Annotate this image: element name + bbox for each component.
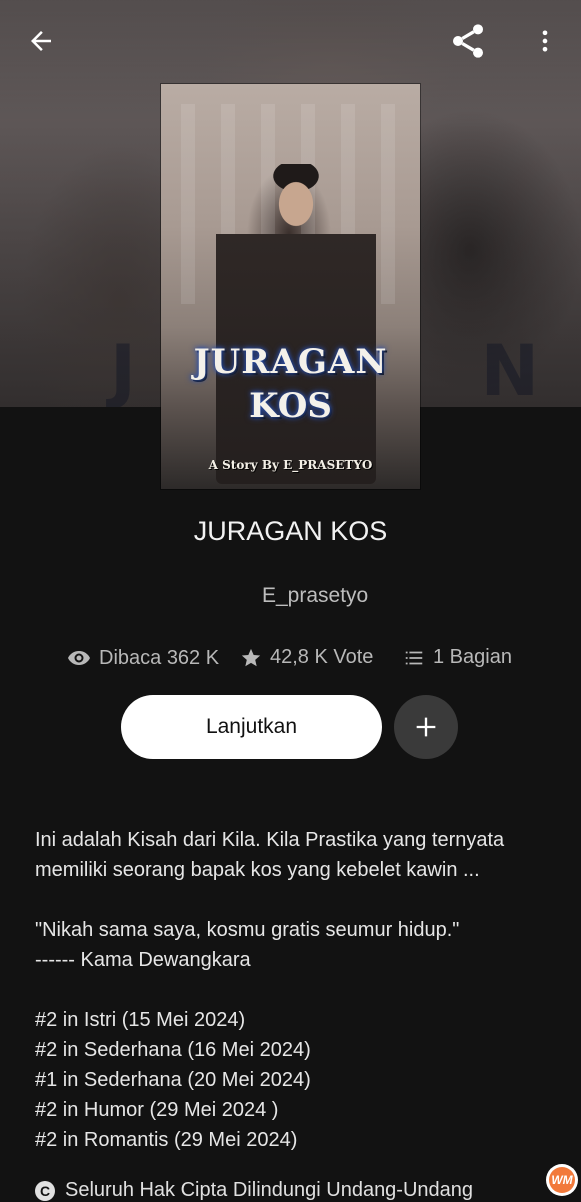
votes-count: 42,8 K Vote — [270, 646, 374, 668]
star-icon — [241, 648, 261, 666]
reads-count: Dibaca 362 K — [99, 646, 220, 669]
watermark-logo: WM — [546, 1164, 578, 1196]
parts-stat[interactable]: 1 Bagian — [403, 646, 512, 669]
author-link[interactable]: E_prasetyo — [262, 584, 368, 608]
parts-count: 1 Bagian — [433, 646, 512, 668]
quote-line: "Nikah sama saya, kosmu gratis seumur hi… — [35, 919, 460, 941]
more-vert-icon — [542, 30, 548, 52]
continue-reading-button[interactable]: Lanjutkan — [121, 695, 382, 759]
eye-icon — [68, 651, 90, 665]
reads-stat: Dibaca 362 K — [67, 646, 219, 670]
back-button[interactable] — [18, 20, 64, 62]
synopsis-line: Ini adalah Kisah dari Kila. Kila Prastik… — [35, 829, 505, 851]
ranking-item: #2 in Humor (29 Mei 2024 ) — [35, 1099, 279, 1121]
copyright-notice: C Seluruh Hak Cipta Dilindungi Undang-Un… — [35, 1179, 473, 1202]
votes-stat: 42,8 K Vote — [240, 646, 373, 669]
more-options-button[interactable] — [528, 18, 562, 64]
copyright-icon: C — [35, 1180, 55, 1201]
cover-byline: A Story By E_PRASETYO — [208, 458, 373, 472]
share-button[interactable] — [444, 18, 492, 64]
quote-attribution: ------ Kama Dewangkara — [35, 949, 251, 971]
synopsis-line: memiliki seorang bapak kos yang kebelet … — [35, 859, 480, 881]
ranking-item: #1 in Sederhana (20 Mei 2024) — [35, 1069, 311, 1091]
story-cover-image[interactable]: JURAGAN KOS A Story By E_PRASETYO — [161, 84, 420, 489]
top-app-bar — [0, 0, 581, 84]
arrow-back-icon — [31, 31, 51, 51]
story-description: Ini adalah Kisah dari Kila. Kila Prastik… — [35, 825, 555, 1155]
add-to-library-button[interactable] — [394, 695, 458, 759]
copyright-text: Seluruh Hak Cipta Dilindungi Undang-Unda… — [65, 1179, 474, 1201]
ranking-item: #2 in Romantis (29 Mei 2024) — [35, 1129, 298, 1151]
cover-figure-art — [216, 164, 376, 484]
cover-title-line1: JURAGAN — [193, 342, 388, 382]
share-icon — [453, 24, 483, 58]
ranking-item: #2 in Sederhana (16 Mei 2024) — [35, 1039, 311, 1061]
watermark-text: WM — [549, 1167, 575, 1193]
list-icon — [405, 651, 423, 664]
plus-icon — [416, 717, 436, 737]
ranking-item: #2 in Istri (15 Mei 2024) — [35, 1009, 246, 1031]
story-title: JURAGAN KOS — [193, 516, 388, 546]
story-stats: Dibaca 362 K 42,8 K Vote 1 Bagian — [0, 646, 581, 674]
cover-title-line2: KOS — [249, 386, 332, 426]
